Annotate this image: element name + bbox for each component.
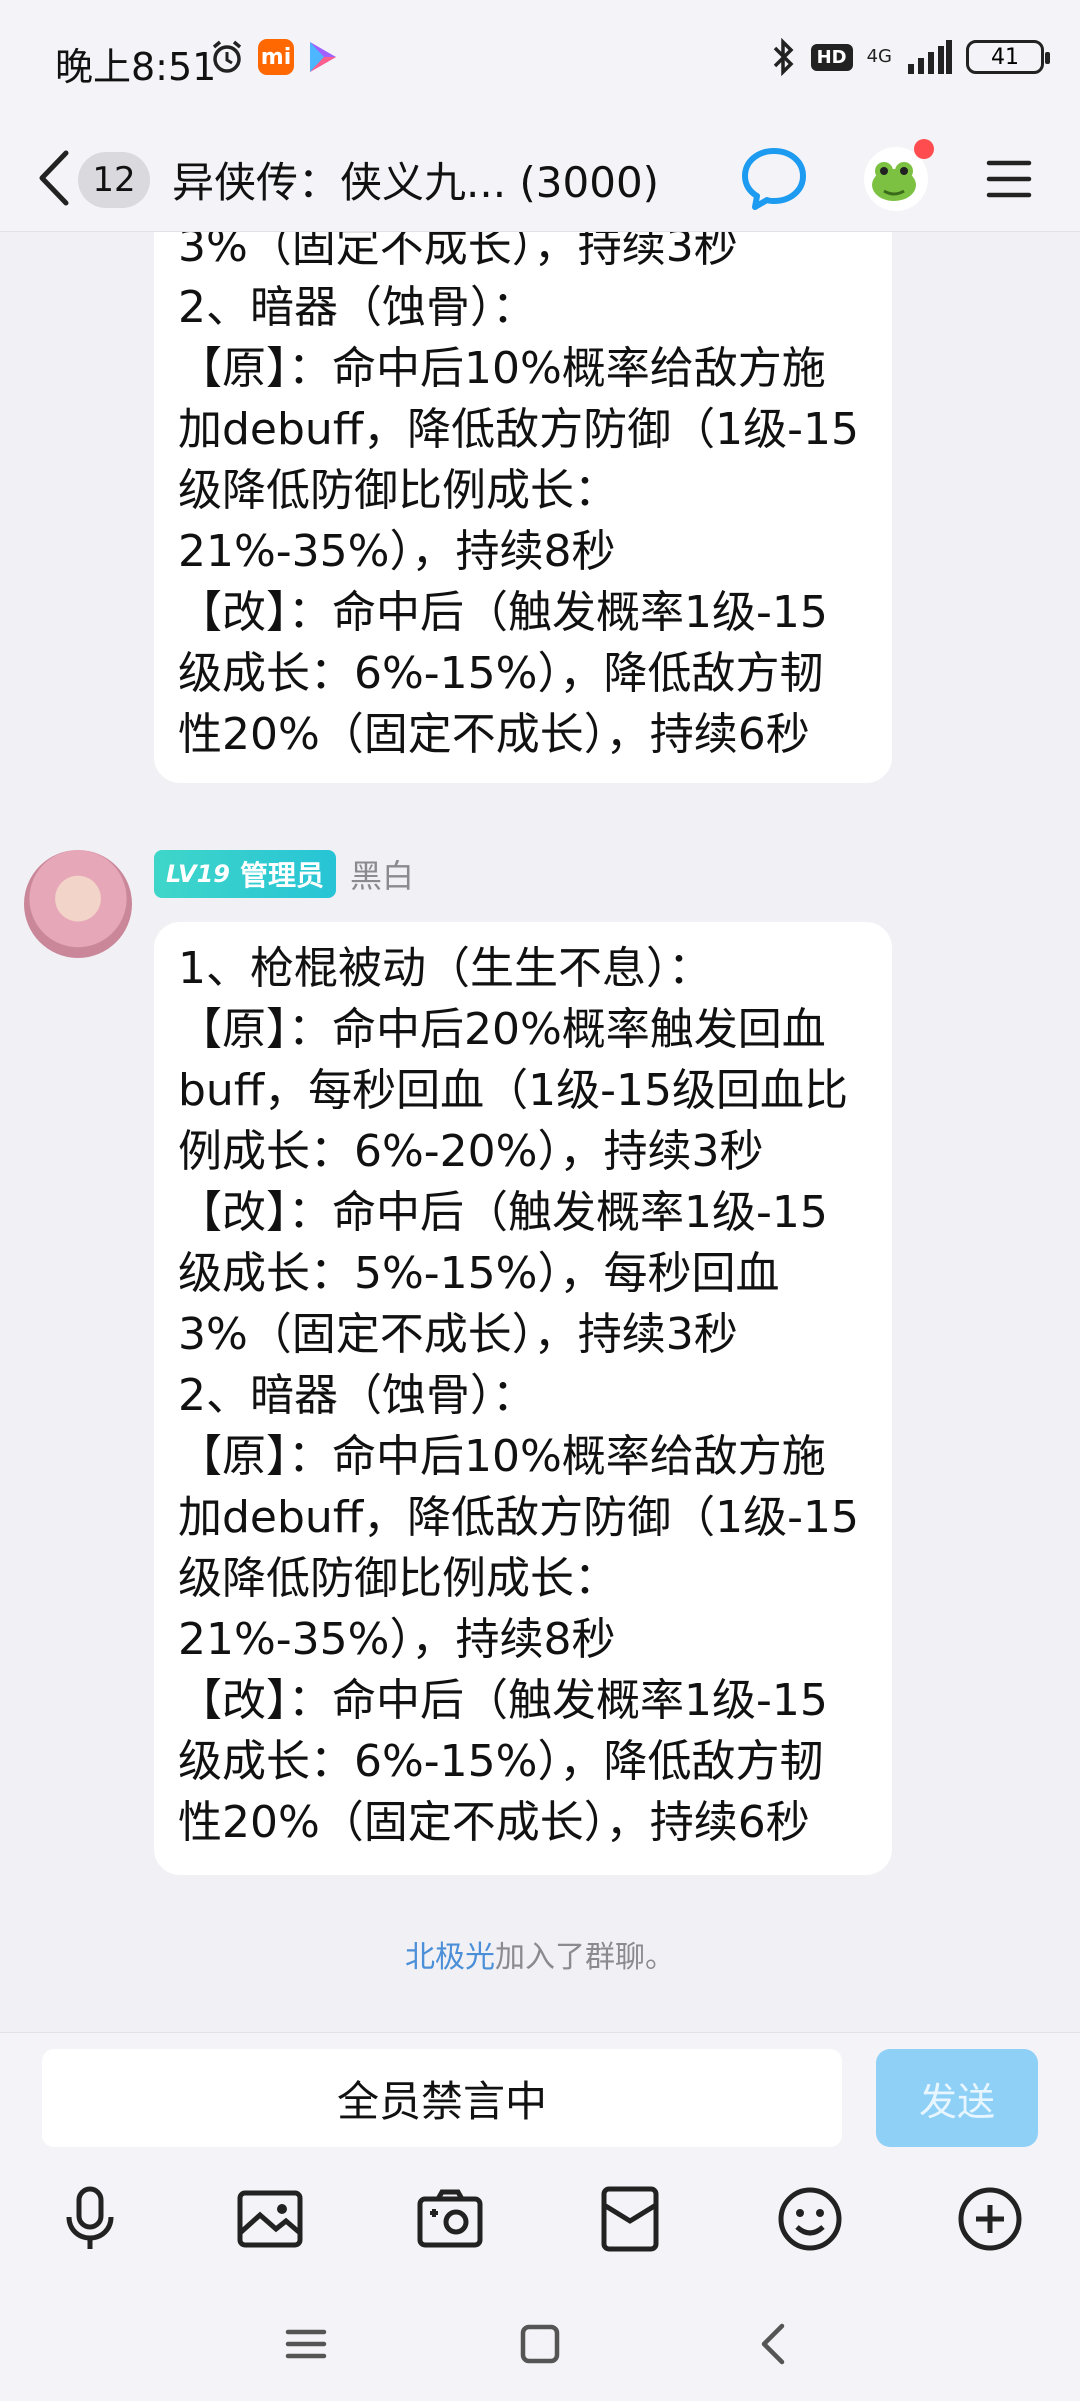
system-back-button[interactable]	[744, 2314, 804, 2374]
image-button[interactable]	[234, 2183, 306, 2255]
message-line: 【改】：命中后（触发概率1级-15	[178, 587, 828, 638]
back-button[interactable]	[30, 143, 78, 213]
unread-count-badge[interactable]: 12	[78, 152, 150, 208]
red-packet-button[interactable]	[594, 2183, 666, 2255]
message-line: 性20%（固定不成长），持续6秒	[178, 709, 810, 760]
menu-button[interactable]	[985, 155, 1033, 203]
mic-icon	[54, 2183, 126, 2255]
message-bubble[interactable]: 1、枪棍被动（生生不息）： 【原】：命中后20%概率触发回血 buff，每秒回血…	[154, 922, 892, 1875]
recents-icon	[276, 2314, 336, 2374]
sender-name[interactable]: 黑白	[350, 851, 414, 897]
plus-icon	[954, 2183, 1026, 2255]
message-tab-icon	[736, 135, 812, 225]
image-icon	[234, 2183, 306, 2255]
message-line: buff，每秒回血（1级-15级回血比	[178, 1065, 848, 1116]
message-line: 例成长：6%-20%），持续3秒	[178, 1126, 764, 1177]
muted-input-box: 全员禁言中	[42, 2049, 842, 2147]
alarm-icon	[208, 38, 246, 76]
emoji-icon	[774, 2183, 846, 2255]
role-label: 管理员	[239, 859, 324, 892]
message-line: 3%（固定不成长），持续3秒	[178, 232, 738, 272]
level-label: LV19	[166, 860, 230, 888]
sender-info: LV19 管理员 黑白	[154, 850, 414, 898]
emoji-button[interactable]	[774, 2183, 846, 2255]
status-bar: 晚上8:51 mi HD 4G 41	[0, 0, 1080, 125]
message-line: 【原】：命中后10%概率给敌方施	[178, 343, 826, 394]
status-left-icons: mi	[208, 38, 340, 76]
message-line: 级降低防御比例成长：	[178, 465, 618, 516]
message-line: 3%（固定不成长），持续3秒	[178, 1309, 738, 1360]
send-button[interactable]: 发送	[876, 2049, 1038, 2147]
message-bubble[interactable]: 3%（固定不成长），持续3秒 2、暗器（蚀骨）： 【原】：命中后10%概率给敌方…	[154, 232, 892, 783]
system-notice: 北极光加入了群聊。	[0, 1932, 1080, 1976]
message-line: 级降低防御比例成长：	[178, 1553, 618, 1604]
home-button[interactable]	[510, 2314, 570, 2374]
toolbar	[0, 2183, 1080, 2283]
message-line: 21%-35%），持续8秒	[178, 526, 616, 577]
message-line: 加debuff，降低敌方防御（1级-15	[178, 404, 859, 455]
message-line: 级成长：6%-15%），降低敌方韧	[178, 1736, 824, 1787]
home-icon	[510, 2314, 570, 2374]
play-store-icon	[306, 39, 340, 75]
message-line: 【原】：命中后10%概率给敌方施	[178, 1431, 826, 1482]
mi-app-icon: mi	[258, 39, 294, 75]
network-type: 4G	[866, 46, 892, 67]
message-tab[interactable]	[736, 135, 812, 239]
message-line: 21%-35%），持续8秒	[178, 1614, 616, 1665]
message-line: 【改】：命中后（触发概率1级-15	[178, 1675, 828, 1726]
message-line: 级成长：5%-15%），每秒回血	[178, 1248, 780, 1299]
message-line: 【原】：命中后20%概率触发回血	[178, 1004, 826, 1055]
system-back-icon	[744, 2314, 804, 2374]
plus-button[interactable]	[954, 2183, 1026, 2255]
battery-indicator: 41	[966, 40, 1050, 74]
joined-user-link[interactable]: 北极光	[405, 1940, 495, 1975]
frog-avatar-icon[interactable]	[858, 137, 938, 217]
hd-badge: HD	[810, 43, 853, 71]
message-line: 性20%（固定不成长），持续6秒	[178, 1797, 810, 1848]
message-line: 1、枪棍被动（生生不息）：	[178, 943, 712, 994]
chat-header: 12 异侠传：侠义九... (3000)	[0, 125, 1080, 239]
chat-title[interactable]: 异侠传：侠义九... (3000)	[172, 149, 659, 210]
message-line: 加debuff，降低敌方防御（1级-15	[178, 1492, 859, 1543]
admin-badge: LV19 管理员	[154, 850, 336, 898]
sender-avatar[interactable]	[24, 850, 132, 958]
message-line: 【改】：命中后（触发概率1级-15	[178, 1187, 828, 1238]
signal-icon	[906, 40, 952, 74]
camera-icon	[414, 2183, 486, 2255]
system-nav-bar	[0, 2290, 1080, 2400]
menu-icon	[985, 155, 1033, 203]
back-icon	[30, 143, 78, 213]
status-right-icons: HD 4G 41	[771, 38, 1050, 76]
recents-button[interactable]	[276, 2314, 336, 2374]
camera-button[interactable]	[414, 2183, 486, 2255]
message-line: 2、暗器（蚀骨）：	[178, 1370, 536, 1421]
mic-button[interactable]	[54, 2183, 126, 2255]
red-packet-icon	[594, 2183, 666, 2255]
chat-area[interactable]: 3%（固定不成长），持续3秒 2、暗器（蚀骨）： 【原】：命中后10%概率给敌方…	[0, 232, 1080, 2032]
system-notice-text: 加入了群聊。	[495, 1940, 675, 1975]
bluetooth-icon	[771, 38, 797, 76]
message-line: 级成长：6%-15%），降低敌方韧	[178, 648, 824, 699]
message-line: 2、暗器（蚀骨）：	[178, 282, 536, 333]
status-time: 晚上8:51	[55, 45, 217, 89]
